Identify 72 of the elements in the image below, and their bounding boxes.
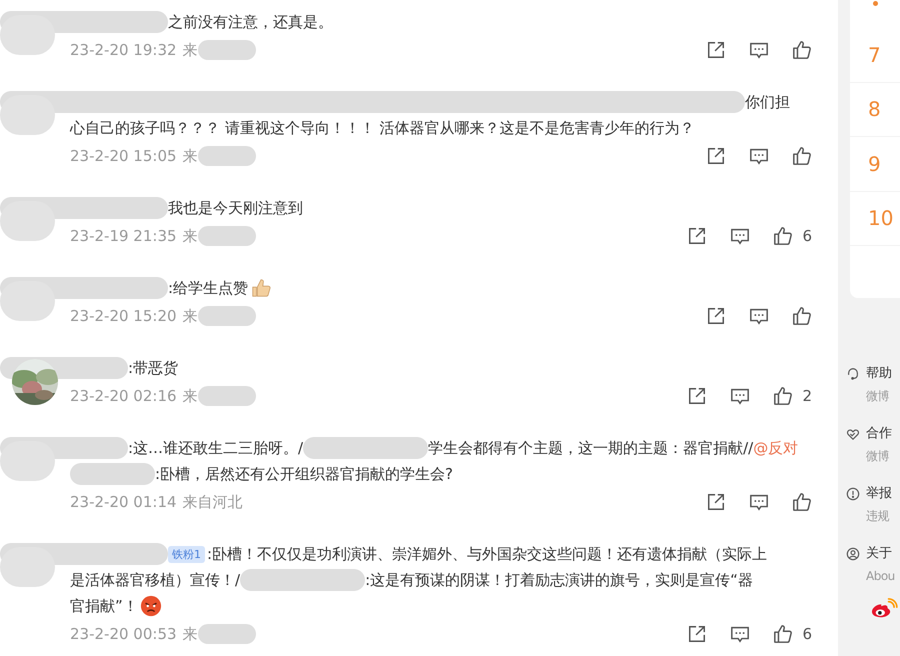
rank-number: 7	[868, 42, 881, 67]
like-icon[interactable]	[773, 624, 794, 644]
like-icon[interactable]	[792, 146, 812, 166]
comment-source: 来	[182, 306, 198, 326]
comment-text: 心自己的孩子吗？？？ 请重视这个导向！！！ 活体器官从哪来？这是不是危害青少年的行为？	[70, 118, 695, 138]
footer-link[interactable]: 关于	[866, 544, 895, 564]
dot-icon	[873, 1, 878, 6]
eye-logo-icon[interactable]	[870, 598, 898, 620]
comment-text: :卧槽！不仅仅是功利演讲、崇洋媚外、与外国杂交这些问题！还有遗体捐献（实际上	[207, 544, 768, 564]
comment-text: 学生会都得有个主题，这一期的主题：器官捐献//	[428, 438, 754, 458]
comment-time: 23-2-20 19:32	[70, 41, 177, 59]
like-icon[interactable]	[792, 306, 812, 326]
comment-text: 官捐献”！	[70, 596, 138, 616]
comment-icon[interactable]	[749, 492, 769, 512]
footer-caption: 微博	[866, 388, 890, 405]
angry-face-icon	[140, 595, 162, 617]
headset-icon[interactable]	[846, 367, 860, 381]
share-icon[interactable]	[687, 624, 708, 644]
comment-source: 来自河北	[182, 492, 243, 512]
comment-icon[interactable]	[730, 386, 750, 406]
comment-icon[interactable]	[749, 306, 769, 326]
user-icon[interactable]	[846, 547, 860, 561]
comment-source: 来	[182, 226, 198, 246]
like-icon[interactable]	[773, 386, 794, 406]
comment-time: 23-2-20 01:14	[70, 493, 177, 511]
like-count: 6	[802, 227, 812, 245]
like-count: 6	[802, 625, 812, 643]
comment-source: 来	[182, 624, 198, 644]
like-count: 2	[802, 387, 812, 405]
comment-text: :这是有预谋的阴谋！打着励志演讲的旗号，实则是宣传“器	[365, 570, 753, 590]
comment-text: :给学生点赞	[168, 278, 248, 298]
comment-time: 23-2-20 15:05	[70, 147, 177, 165]
comment-time: 23-2-19 21:35	[70, 227, 177, 245]
comment-icon[interactable]	[749, 40, 769, 60]
comment-time: 23-2-20 15:20	[70, 307, 177, 325]
comment-text: :卧槽，居然还有公开组织器官捐献的学生会?	[155, 464, 454, 484]
comment-text: :带恶货	[128, 358, 178, 378]
like-icon[interactable]	[792, 40, 812, 60]
fan-badge: 铁粉1	[168, 546, 205, 562]
like-icon[interactable]	[773, 226, 794, 246]
rank-number: 8	[868, 97, 881, 122]
comment-icon[interactable]	[730, 624, 750, 644]
comment-text: 我也是今天刚注意到	[168, 198, 303, 218]
share-icon[interactable]	[687, 386, 708, 406]
footer-caption: 微博	[866, 448, 890, 465]
comment-source: 来	[182, 146, 198, 166]
rank-number: 9	[868, 152, 881, 176]
comment-text: :这…谁还敢生二三胎呀。/	[128, 438, 304, 458]
comment-source: 来	[182, 386, 198, 406]
footer-link[interactable]: 合作	[866, 424, 892, 444]
comment-icon[interactable]	[749, 146, 769, 166]
rank-number: 10	[868, 206, 894, 230]
share-icon[interactable]	[706, 306, 726, 326]
comment-text: 你们担	[745, 92, 790, 112]
comment-source: 来	[182, 40, 198, 60]
comment-time: 23-2-20 02:16	[70, 387, 177, 405]
share-icon[interactable]	[706, 40, 726, 60]
footer-caption: 违规	[866, 508, 890, 525]
footer-link[interactable]: 举报	[866, 484, 892, 504]
footer-caption: Abou	[866, 568, 895, 585]
share-icon[interactable]	[687, 226, 708, 246]
heart-icon[interactable]	[846, 427, 860, 441]
comment-text: 是活体器官移植）宣传！/	[70, 570, 240, 590]
comment-text: 之前没有注意，还真是。	[168, 12, 333, 32]
comment-icon[interactable]	[730, 226, 750, 246]
footer-link[interactable]: 帮助	[866, 364, 892, 384]
share-icon[interactable]	[706, 146, 726, 166]
warning-icon[interactable]	[846, 487, 860, 501]
thumbs-up-icon	[250, 277, 272, 299]
share-icon[interactable]	[706, 492, 726, 512]
comment-time: 23-2-20 00:53	[70, 625, 177, 643]
like-icon[interactable]	[792, 492, 812, 512]
